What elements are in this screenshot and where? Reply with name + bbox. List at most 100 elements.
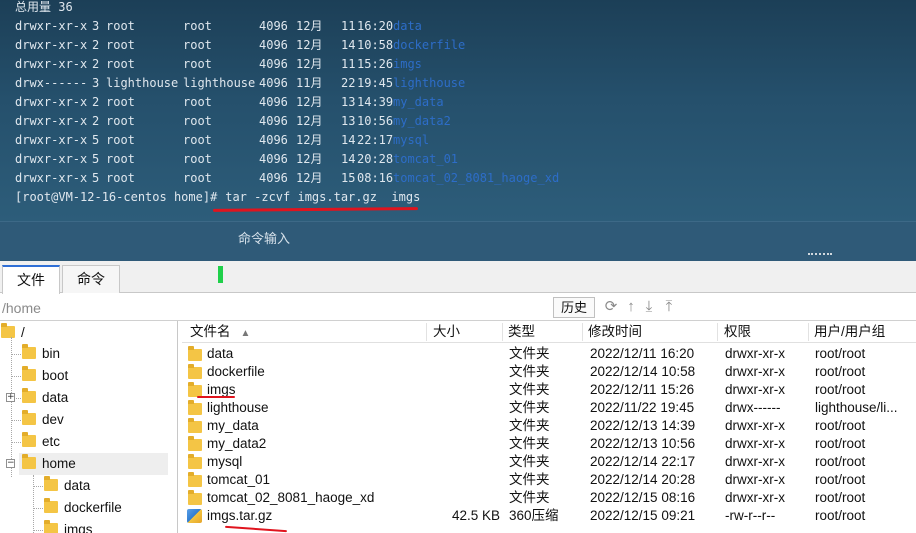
- file-row[interactable]: my_data2 文件夹 2022/12/13 10:56 drwxr-xr-x roo…: [182, 435, 916, 453]
- terminal-ls-month: 12月: [296, 114, 323, 128]
- tree-item-home-dockerfile[interactable]: dockerfile: [44, 497, 122, 519]
- tree-root-label: /: [21, 325, 25, 340]
- resize-grip-icon[interactable]: [808, 253, 832, 256]
- file-cell-name: imgs: [207, 382, 236, 397]
- file-cell-owner: root/root: [815, 490, 866, 505]
- directory-tree[interactable]: / bin boot + data dev etc home − data do…: [0, 321, 178, 533]
- file-cell-name: my_data2: [207, 436, 267, 451]
- file-list[interactable]: 文件名 ▲ 大小 类型 修改时间 权限 用户/用户组 data 文件夹 2022/12…: [182, 321, 916, 533]
- file-cell-type: 文件夹: [509, 454, 550, 469]
- terminal-ls-day: 22: [341, 76, 356, 90]
- terminal-ls-month: 12月: [296, 133, 323, 147]
- file-cell-owner: lighthouse/li...: [815, 400, 898, 415]
- file-cell-type: 文件夹: [509, 382, 550, 397]
- file-cell-owner: root/root: [815, 382, 866, 397]
- terminal-ls-links: 5: [92, 133, 100, 147]
- tree-item-label: boot: [42, 368, 69, 383]
- file-row[interactable]: mysql 文件夹 2022/12/14 22:17 drwxr-xr-x root/r…: [182, 453, 916, 471]
- command-input-bar[interactable]: 命令输入: [0, 221, 916, 261]
- file-row[interactable]: imgs.tar.gz 42.5 KB 360压缩 2022/12/15 09:21 -…: [182, 507, 916, 525]
- tree-item-label: imgs: [64, 522, 93, 533]
- terminal-ls-links: 3: [92, 76, 100, 90]
- file-row[interactable]: imgs 文件夹 2022/12/11 15:26 drwxr-xr-x root/ro…: [182, 381, 916, 399]
- column-header-name[interactable]: 文件名 ▲: [190, 321, 250, 343]
- folder-icon: [188, 490, 202, 505]
- terminal-ls-owner: root: [106, 19, 135, 33]
- tree-item-home-data[interactable]: data: [44, 475, 90, 497]
- folder-icon: [44, 498, 58, 513]
- refresh-icon[interactable]: ⟳: [602, 297, 620, 317]
- tree-item-data[interactable]: data: [22, 387, 68, 409]
- terminal-ls-owner: lighthouse: [106, 76, 179, 90]
- file-row[interactable]: tomcat_02_8081_haoge_xd 文件夹 2022/12/15 08:…: [182, 489, 916, 507]
- file-cell-type: 360压缩: [509, 508, 559, 523]
- terminal-ls-time: 16:20: [357, 19, 394, 33]
- tree-item-boot[interactable]: boot: [22, 365, 68, 387]
- terminal-ls-time: 10:58: [357, 38, 394, 52]
- expand-toggle-icon[interactable]: +: [6, 393, 15, 402]
- file-row[interactable]: lighthouse 文件夹 2022/11/22 19:45 drwx------ l…: [182, 399, 916, 417]
- file-manager: 文件 命令 历史 ⟳ ↑ ⤓ ⤒ / bin boot + data dev: [0, 261, 916, 533]
- folder-icon: [1, 323, 15, 338]
- terminal-prompt: [root@VM-12-16-centos home]#: [15, 190, 218, 204]
- file-cell-modified: 2022/12/11 15:26: [590, 382, 695, 397]
- terminal-ls-owner: root: [106, 38, 135, 52]
- tree-item-label: data: [64, 478, 91, 493]
- archive-file-icon: [187, 509, 202, 523]
- file-row[interactable]: dockerfile 文件夹 2022/12/14 10:58 drwxr-xr-x r…: [182, 363, 916, 381]
- terminal-ls-links: 2: [92, 95, 100, 109]
- terminal-ls-perm: drwx------: [15, 76, 88, 90]
- terminal-ls-size: 4096: [259, 38, 288, 52]
- tab-commands[interactable]: 命令: [62, 265, 120, 293]
- terminal-ls-perm: drwxr-xr-x: [15, 171, 88, 185]
- file-cell-name: tomcat_02_8081_haoge_xd: [207, 490, 375, 505]
- terminal-ls-time: 14:39: [357, 95, 394, 109]
- file-cell-modified: 2022/12/14 10:58: [590, 364, 696, 379]
- tree-item-bin[interactable]: bin: [22, 343, 60, 365]
- terminal-ls-owner: root: [106, 171, 135, 185]
- up-arrow-icon[interactable]: ↑: [622, 297, 640, 317]
- red-underline-annotation: [197, 396, 235, 398]
- file-row[interactable]: tomcat_01 文件夹 2022/12/14 20:28 drwxr-xr-x ro…: [182, 471, 916, 489]
- tree-item-home-imgs[interactable]: imgs: [44, 519, 93, 533]
- file-row[interactable]: my_data 文件夹 2022/12/13 14:39 drwxr-xr-x root…: [182, 417, 916, 435]
- terminal-ls-month: 12月: [296, 57, 323, 71]
- folder-icon: [188, 346, 202, 361]
- folder-icon: [22, 366, 36, 381]
- column-header-size[interactable]: 大小: [433, 321, 460, 343]
- file-cell-perm: drwxr-xr-x: [725, 490, 785, 505]
- red-underline-annotation: [212, 207, 419, 212]
- terminal-ls-name: dockerfile: [393, 38, 466, 52]
- column-header-type[interactable]: 类型: [508, 321, 535, 343]
- upload-icon[interactable]: ⤒: [660, 297, 678, 317]
- history-button[interactable]: 历史: [553, 297, 595, 318]
- terminal-ls-month: 12月: [296, 152, 323, 166]
- tab-files[interactable]: 文件: [2, 265, 60, 294]
- tree-item-etc[interactable]: etc: [22, 431, 60, 453]
- terminal-ls-perm: drwxr-xr-x: [15, 114, 88, 128]
- status-indicator: [218, 266, 223, 283]
- folder-icon: [22, 344, 36, 359]
- path-input[interactable]: [2, 297, 550, 318]
- column-header-owner[interactable]: 用户/用户组: [814, 321, 885, 343]
- column-header-modified[interactable]: 修改时间: [588, 321, 642, 343]
- terminal-ls-group: root: [183, 114, 212, 128]
- tree-root[interactable]: /: [0, 322, 25, 344]
- terminal-ls-name: imgs: [393, 57, 422, 71]
- tree-item-home[interactable]: home: [19, 453, 168, 475]
- terminal-panel[interactable]: 总用量 36 drwxr-xr-x 3 root root 4096 12月 11 16:20…: [0, 0, 916, 221]
- download-icon[interactable]: ⤓: [640, 297, 658, 317]
- terminal-ls-day: 13: [341, 114, 356, 128]
- file-cell-owner: root/root: [815, 364, 866, 379]
- terminal-ls-time: 15:26: [357, 57, 394, 71]
- terminal-ls-perm: drwxr-xr-x: [15, 57, 88, 71]
- file-cell-name: dockerfile: [207, 364, 265, 379]
- terminal-ls-group: lighthouse: [183, 76, 256, 90]
- tree-item-dev[interactable]: dev: [22, 409, 64, 431]
- file-row[interactable]: data 文件夹 2022/12/11 16:20 drwxr-xr-x root/ro…: [182, 345, 916, 363]
- terminal-ls-links: 5: [92, 171, 100, 185]
- collapse-toggle-icon[interactable]: −: [6, 459, 15, 468]
- column-header-permissions[interactable]: 权限: [724, 321, 751, 343]
- file-cell-perm: drwxr-xr-x: [725, 364, 785, 379]
- terminal-ls-group: root: [183, 152, 212, 166]
